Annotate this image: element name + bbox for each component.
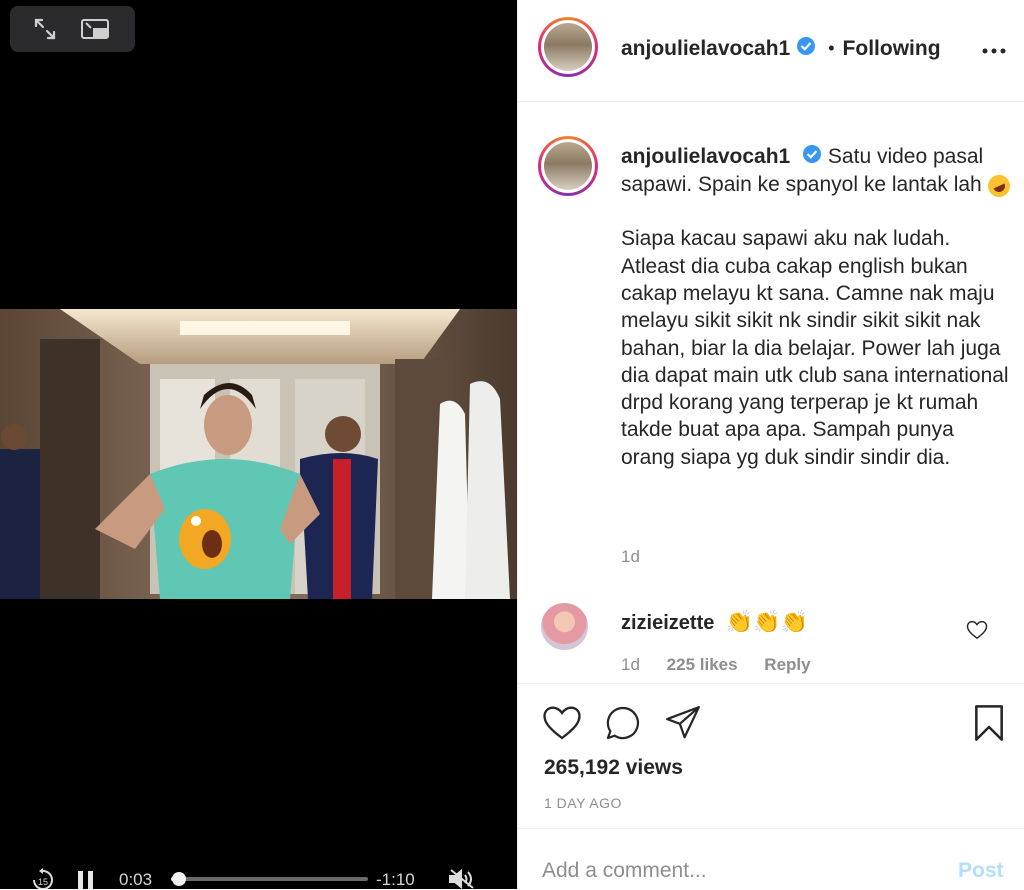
comment-icon[interactable] bbox=[603, 704, 643, 747]
comment-composer: Post bbox=[518, 828, 1024, 890]
commenter-avatar[interactable] bbox=[541, 603, 588, 650]
post-comment-button[interactable]: Post bbox=[958, 859, 1004, 883]
mute-icon[interactable] bbox=[447, 868, 477, 889]
share-icon[interactable] bbox=[664, 704, 702, 747]
reply-button[interactable]: Reply bbox=[764, 655, 810, 674]
post-header: anjoulielavocah1 • Following bbox=[518, 0, 1024, 102]
author-username[interactable]: anjoulielavocah1 bbox=[621, 37, 790, 61]
view-count[interactable]: 265,192 views bbox=[544, 756, 683, 780]
author-line: anjoulielavocah1 • Following bbox=[621, 36, 941, 61]
bookmark-icon[interactable] bbox=[971, 704, 1007, 747]
pip-icon[interactable] bbox=[80, 17, 110, 41]
action-bar: 265,192 views 1 DAY AGO bbox=[518, 683, 1024, 829]
post-date[interactable]: 1 DAY AGO bbox=[544, 795, 622, 811]
skip-seconds-label: 15 bbox=[38, 877, 48, 887]
comment-time[interactable]: 1d bbox=[621, 655, 640, 674]
remaining-time: -1:10 bbox=[376, 870, 415, 889]
caption-body: Siapa kacau sapawi aku nak ludah. Atleas… bbox=[621, 227, 1009, 469]
caption-text: anjoulielavocah1 Satu video pasal sapawi… bbox=[621, 143, 1014, 498]
comment-input[interactable] bbox=[542, 859, 922, 883]
verified-badge-icon bbox=[802, 144, 822, 171]
post-info-pane: anjoulielavocah1 • Following anjoulielav… bbox=[517, 0, 1024, 889]
seek-bar[interactable] bbox=[171, 872, 368, 886]
comment-meta: 1d 225 likes Reply bbox=[621, 655, 833, 675]
video-player-controls: 15 0:03 -1:10 bbox=[0, 858, 517, 889]
separator-dot: • bbox=[828, 38, 835, 58]
expand-icon[interactable] bbox=[32, 16, 58, 42]
pause-icon[interactable] bbox=[77, 871, 95, 889]
comment-item: zizieizette 👏👏👏 1d 225 likes Reply bbox=[541, 603, 1011, 675]
rofl-emoji-icon bbox=[983, 170, 1014, 201]
video-pane[interactable]: 15 0:03 -1:10 bbox=[0, 0, 517, 889]
elapsed-time: 0:03 bbox=[119, 870, 153, 889]
more-options-icon[interactable] bbox=[981, 38, 1007, 69]
video-window-controls bbox=[10, 6, 135, 52]
video-frame[interactable] bbox=[0, 309, 517, 599]
skip-back-15-icon[interactable]: 15 bbox=[30, 868, 56, 889]
video-still-image bbox=[0, 309, 517, 599]
comment-like-heart-icon[interactable] bbox=[966, 620, 988, 645]
commenter-username[interactable]: zizieizette bbox=[621, 612, 714, 634]
clap-emoji-icon: 👏👏👏 bbox=[725, 609, 809, 634]
seek-knob[interactable] bbox=[171, 872, 186, 886]
caption-avatar[interactable] bbox=[538, 136, 598, 196]
verified-badge-icon bbox=[796, 36, 816, 61]
heart-icon[interactable] bbox=[542, 704, 582, 747]
following-button[interactable]: Following bbox=[843, 37, 941, 61]
caption-username[interactable]: anjoulielavocah1 bbox=[621, 145, 790, 168]
author-avatar[interactable] bbox=[538, 17, 598, 77]
caption-timestamp[interactable]: 1d bbox=[621, 547, 640, 567]
comment-likes[interactable]: 225 likes bbox=[667, 655, 738, 674]
